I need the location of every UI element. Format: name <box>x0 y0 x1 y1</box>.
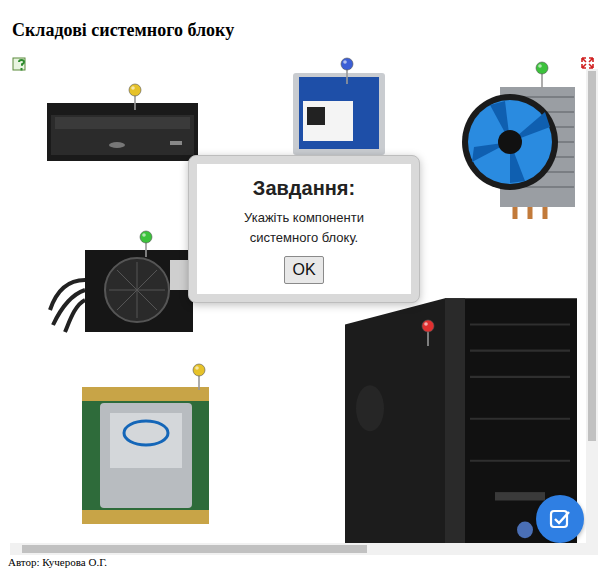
author-text: Автор: Кучерова О.Г. <box>0 555 606 568</box>
pin-icon[interactable] <box>340 57 354 85</box>
cpu-picture[interactable] <box>78 383 213 528</box>
dialog-title: Завдання: <box>253 176 355 200</box>
vertical-scrollbar[interactable] <box>586 69 598 543</box>
page-title: Складові системного блоку <box>0 0 606 37</box>
task-dialog: Завдання: Укажіть компоненти системного б… <box>188 155 420 303</box>
cooler-picture[interactable] <box>460 67 585 222</box>
expand-icon[interactable] <box>581 57 594 69</box>
page: Складові системного блоку Завдання: Укажіт… <box>0 0 606 568</box>
dialog-message: Укажіть компоненти системного блоку. <box>229 208 379 248</box>
activity-frame: Завдання: Укажіть компоненти системного б… <box>10 55 598 555</box>
pin-icon[interactable] <box>535 61 549 89</box>
scroll-thumb[interactable] <box>22 545 367 553</box>
psu-picture[interactable] <box>45 240 195 335</box>
ok-button[interactable]: OK <box>284 256 324 284</box>
pin-icon[interactable] <box>421 319 435 347</box>
check-button[interactable] <box>536 495 584 543</box>
optical-drive-picture[interactable] <box>45 95 200 165</box>
pin-icon[interactable] <box>139 230 153 258</box>
horizontal-scrollbar[interactable] <box>10 543 598 555</box>
help-icon[interactable] <box>12 57 30 73</box>
scroll-thumb[interactable] <box>588 71 596 441</box>
check-icon <box>549 508 571 530</box>
pin-icon[interactable] <box>128 83 142 111</box>
pin-icon[interactable] <box>192 363 206 391</box>
hdd-picture[interactable] <box>285 63 390 158</box>
